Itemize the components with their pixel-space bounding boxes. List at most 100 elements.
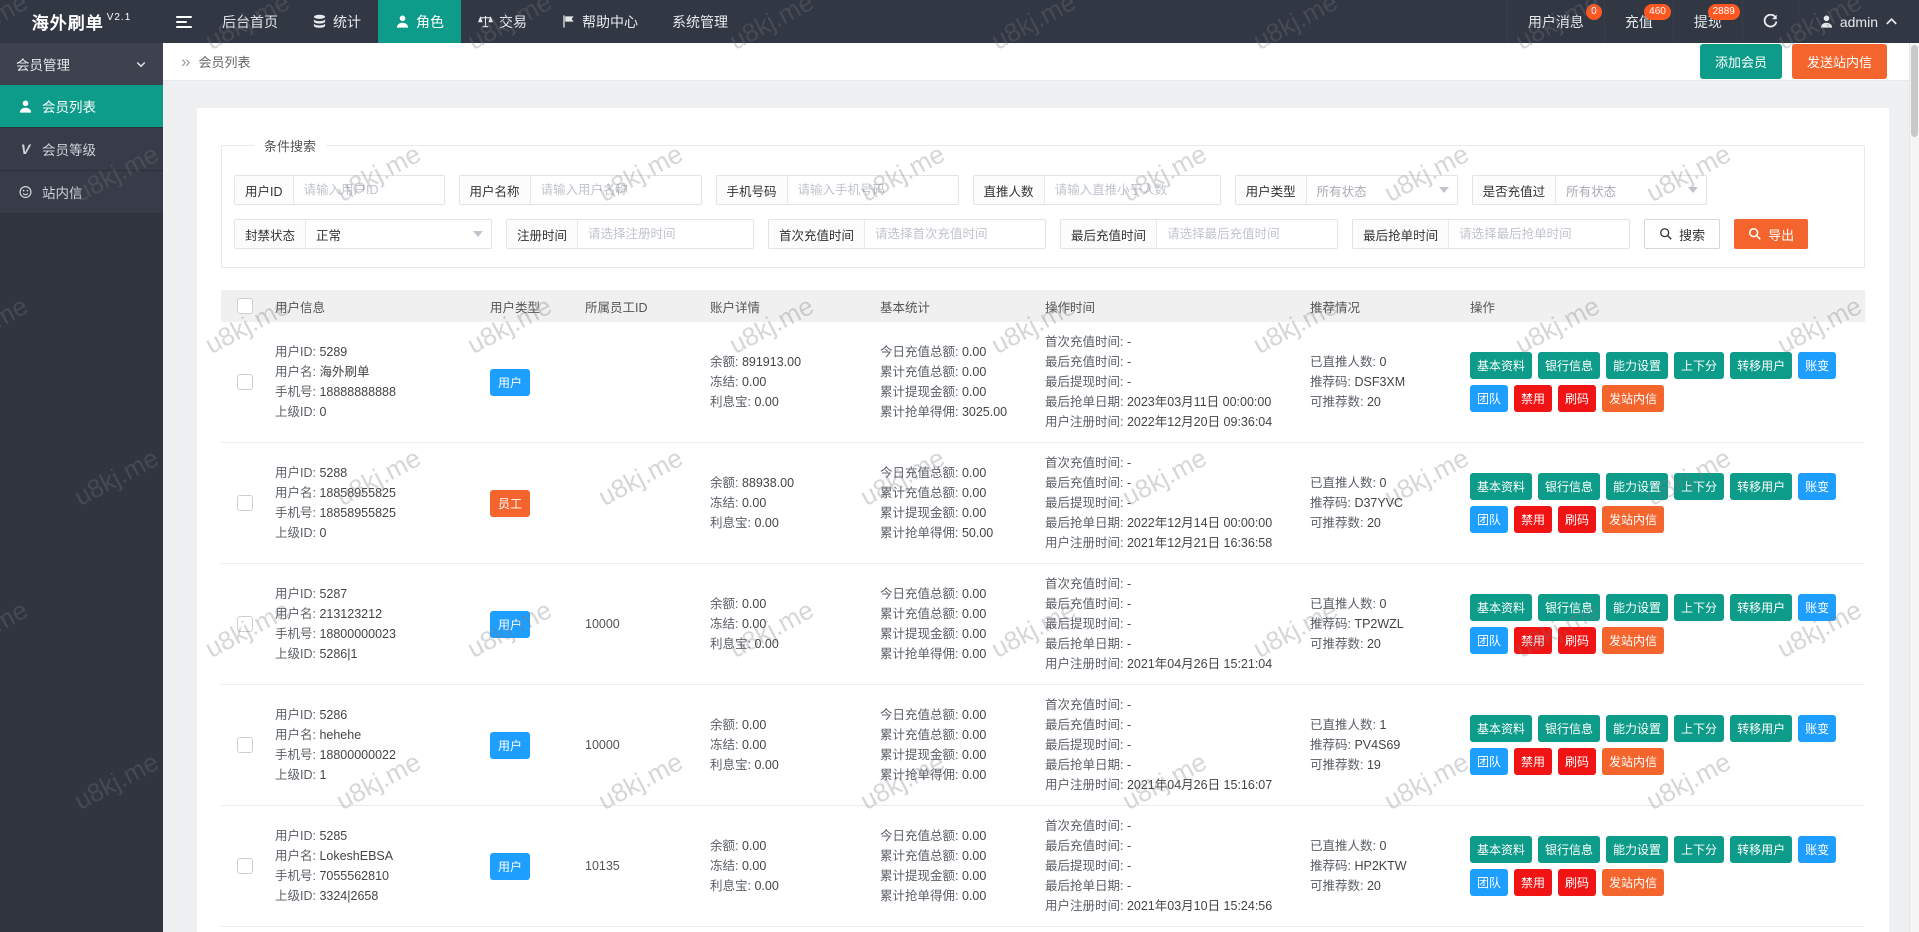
sidebar-toggle-button[interactable]: [163, 0, 205, 43]
has-recharged-select[interactable]: 所有状态: [1556, 176, 1706, 204]
ability-settings-button[interactable]: 能力设置: [1606, 715, 1669, 742]
row-checkbox[interactable]: [237, 737, 253, 753]
register-time-input[interactable]: [578, 220, 754, 248]
ability-settings-button[interactable]: 能力设置: [1606, 836, 1669, 863]
user-name-input[interactable]: [530, 176, 701, 204]
recharge-button[interactable]: 充值 460: [1603, 0, 1673, 43]
menu-item-help[interactable]: 帮助中心: [544, 0, 655, 43]
user-phone: 18800000022: [319, 748, 396, 762]
transfer-user-button[interactable]: 转移用户: [1730, 352, 1793, 379]
row-checkbox[interactable]: [237, 858, 253, 874]
profile-button[interactable]: 基本资料: [1470, 715, 1533, 742]
brush-code-button[interactable]: 刷码: [1558, 385, 1597, 412]
user-messages-badge: 0: [1585, 4, 1602, 20]
message-smiley-icon: [19, 185, 32, 198]
admin-dropdown[interactable]: admin: [1797, 0, 1919, 43]
user-type-select[interactable]: 所有状态: [1307, 176, 1457, 204]
profile-button[interactable]: 基本资料: [1470, 473, 1533, 500]
send-site-message-button[interactable]: 发站内信: [1602, 385, 1665, 412]
team-button[interactable]: 团队: [1470, 506, 1509, 533]
header-basic-stats: 基本统计: [880, 300, 931, 315]
team-button[interactable]: 团队: [1470, 869, 1509, 896]
select-all-checkbox[interactable]: [237, 298, 253, 314]
disable-button[interactable]: 禁用: [1514, 869, 1553, 896]
adjust-balance-button[interactable]: 上下分: [1674, 836, 1725, 863]
brush-code-button[interactable]: 刷码: [1558, 748, 1597, 775]
direct-referrals-field-group: 直推人数: [972, 175, 1221, 205]
team-button[interactable]: 团队: [1470, 385, 1509, 412]
cell-basic-stats: 今日充值总额: 0.00 累计充值总额: 0.00 累计提现金额: 0.00 累…: [880, 829, 987, 903]
menu-item-roles[interactable]: 角色: [378, 0, 461, 43]
user-icon: [1820, 15, 1832, 28]
send-message-button[interactable]: 发送站内信: [1791, 44, 1887, 79]
adjust-balance-button[interactable]: 上下分: [1674, 352, 1725, 379]
sidebar-item-member-level[interactable]: V 会员等级: [0, 128, 163, 171]
add-member-button[interactable]: 添加会员: [1699, 44, 1782, 79]
phone-input[interactable]: [787, 176, 958, 204]
account-change-button[interactable]: 账变: [1798, 473, 1837, 500]
row-checkbox[interactable]: [237, 616, 253, 632]
transfer-user-button[interactable]: 转移用户: [1730, 836, 1793, 863]
search-button[interactable]: 搜索: [1644, 219, 1721, 249]
cell-user-type: 用户: [484, 852, 579, 880]
account-change-button[interactable]: 账变: [1798, 352, 1837, 379]
send-site-message-button[interactable]: 发站内信: [1602, 506, 1665, 533]
bank-info-button[interactable]: 银行信息: [1538, 352, 1601, 379]
user-icon: [396, 15, 409, 28]
user-messages-button[interactable]: 用户消息 0: [1506, 0, 1604, 43]
bank-info-button[interactable]: 银行信息: [1538, 473, 1601, 500]
send-site-message-button[interactable]: 发站内信: [1602, 869, 1665, 896]
profile-button[interactable]: 基本资料: [1470, 352, 1533, 379]
account-change-button[interactable]: 账变: [1798, 836, 1837, 863]
brush-code-button[interactable]: 刷码: [1558, 506, 1597, 533]
scrollbar-thumb[interactable]: [1911, 45, 1918, 137]
disable-button[interactable]: 禁用: [1514, 385, 1553, 412]
last-grab-time-input[interactable]: [1449, 220, 1630, 248]
bank-info-button[interactable]: 银行信息: [1538, 836, 1601, 863]
bank-info-button[interactable]: 银行信息: [1538, 594, 1601, 621]
sidebar-item-site-message[interactable]: 站内信: [0, 171, 163, 214]
disable-button[interactable]: 禁用: [1514, 627, 1553, 654]
menu-item-stats[interactable]: 统计: [295, 0, 378, 43]
direct-referrals-input[interactable]: [1044, 176, 1220, 204]
export-button[interactable]: 导出: [1734, 219, 1809, 249]
user-id-input[interactable]: [293, 176, 444, 204]
profile-button[interactable]: 基本资料: [1470, 836, 1533, 863]
team-button[interactable]: 团队: [1470, 627, 1509, 654]
bank-info-button[interactable]: 银行信息: [1538, 715, 1601, 742]
menu-item-system[interactable]: 系统管理: [655, 0, 745, 43]
send-site-message-button[interactable]: 发站内信: [1602, 627, 1665, 654]
sidebar-group-member-management[interactable]: 会员管理: [0, 43, 163, 85]
disable-button[interactable]: 禁用: [1514, 506, 1553, 533]
profile-button[interactable]: 基本资料: [1470, 594, 1533, 621]
row-checkbox[interactable]: [237, 374, 253, 390]
withdraw-button[interactable]: 提现 2889: [1672, 0, 1742, 43]
row-checkbox[interactable]: [237, 495, 253, 511]
first-recharge-time-input[interactable]: [865, 220, 1046, 248]
adjust-balance-button[interactable]: 上下分: [1674, 473, 1725, 500]
ability-settings-button[interactable]: 能力设置: [1606, 473, 1669, 500]
send-site-message-button[interactable]: 发站内信: [1602, 748, 1665, 775]
refresh-button[interactable]: [1741, 0, 1798, 43]
menu-item-trade[interactable]: 交易: [461, 0, 544, 43]
ability-settings-button[interactable]: 能力设置: [1606, 352, 1669, 379]
adjust-balance-button[interactable]: 上下分: [1674, 715, 1725, 742]
account-change-button[interactable]: 账变: [1798, 594, 1837, 621]
ban-status-select[interactable]: 正常: [306, 220, 491, 248]
account-change-button[interactable]: 账变: [1798, 715, 1837, 742]
brush-code-button[interactable]: 刷码: [1558, 627, 1597, 654]
last-recharge-time-input[interactable]: [1157, 220, 1338, 248]
transfer-user-button[interactable]: 转移用户: [1730, 473, 1793, 500]
transfer-user-button[interactable]: 转移用户: [1730, 594, 1793, 621]
brush-code-button[interactable]: 刷码: [1558, 869, 1597, 896]
sidebar-item-member-list[interactable]: 会员列表: [0, 85, 163, 128]
vertical-scrollbar[interactable]: [1909, 43, 1919, 932]
disable-button[interactable]: 禁用: [1514, 748, 1553, 775]
transfer-user-button[interactable]: 转移用户: [1730, 715, 1793, 742]
menu-item-home[interactable]: 后台首页: [205, 0, 295, 43]
user-id-field-group: 用户ID: [234, 175, 445, 205]
ban-status-field-group: 封禁状态 正常: [234, 219, 493, 249]
adjust-balance-button[interactable]: 上下分: [1674, 594, 1725, 621]
ability-settings-button[interactable]: 能力设置: [1606, 594, 1669, 621]
team-button[interactable]: 团队: [1470, 748, 1509, 775]
